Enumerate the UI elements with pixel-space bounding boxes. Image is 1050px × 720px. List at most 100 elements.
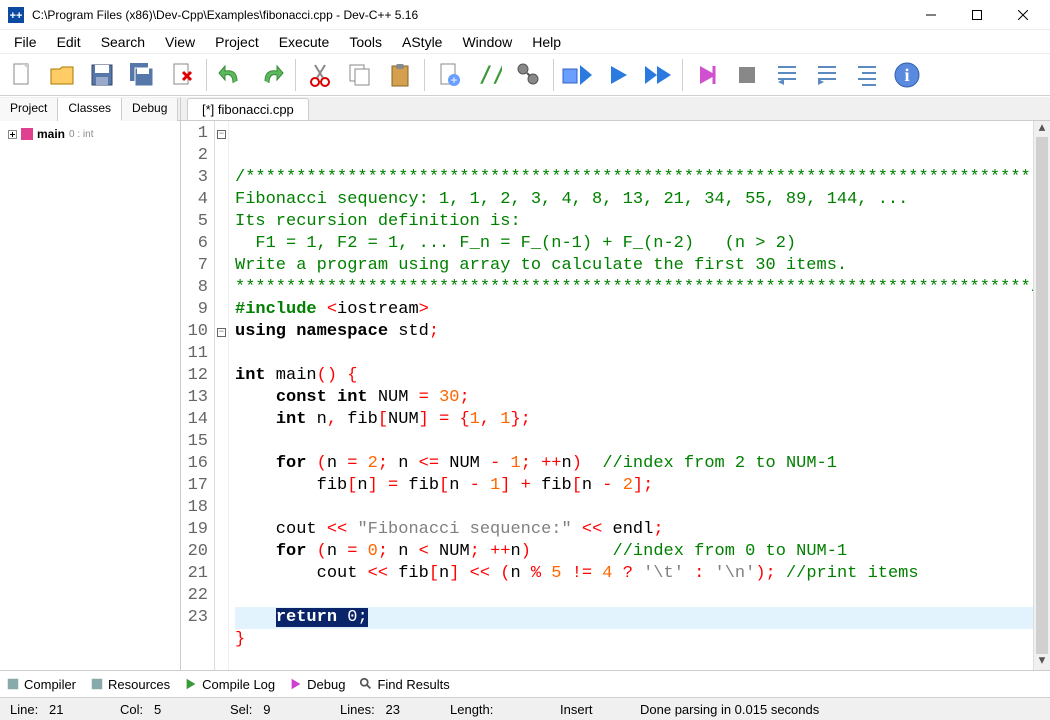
menu-help[interactable]: Help xyxy=(522,30,571,53)
left-tab-classes[interactable]: Classes xyxy=(58,98,122,121)
toolbar: + // i xyxy=(0,54,1050,96)
menu-bar: FileEditSearchViewProjectExecuteToolsASt… xyxy=(0,30,1050,54)
code-line[interactable]: cout << fib[n] << (n % 5 != 4 ? '\t' : '… xyxy=(235,563,1050,585)
code-line[interactable]: /***************************************… xyxy=(235,167,1050,189)
comment-button[interactable]: // xyxy=(471,57,507,93)
save-button[interactable] xyxy=(84,57,120,93)
tree-item-main[interactable]: main 0 : int xyxy=(8,127,172,141)
undo-button[interactable] xyxy=(213,57,249,93)
code-line[interactable] xyxy=(235,431,1050,453)
svg-text:+: + xyxy=(450,73,457,87)
redo-button[interactable] xyxy=(253,57,289,93)
status-parse: Done parsing in 0.015 seconds xyxy=(630,702,829,717)
code-line[interactable]: Fibonacci sequency: 1, 1, 2, 3, 4, 8, 13… xyxy=(235,189,1050,211)
code-line[interactable]: int n, fib[NUM] = {1, 1}; xyxy=(235,409,1050,431)
close-file-button[interactable] xyxy=(164,57,200,93)
bottom-tabs: Compiler Resources Compile Log Debug Find Re… xyxy=(0,670,1050,697)
code-line[interactable] xyxy=(235,651,1050,670)
toolbar-separator xyxy=(682,59,683,91)
left-panel-tabs: ProjectClassesDebug xyxy=(0,97,180,121)
code-line[interactable]: int main() { xyxy=(235,365,1050,387)
code-line[interactable] xyxy=(235,497,1050,519)
scrollbar-thumb[interactable] xyxy=(1036,137,1048,654)
code-line[interactable]: Its recursion definition is: xyxy=(235,211,1050,233)
editor-tab[interactable]: [*] fibonacci.cpp xyxy=(187,98,309,120)
status-line: Line: 21 xyxy=(0,702,110,717)
code-line[interactable]: #include <iostream> xyxy=(235,299,1050,321)
bottom-tab-compile-log[interactable]: Compile Log xyxy=(184,677,275,692)
open-button[interactable] xyxy=(44,57,80,93)
code-line[interactable]: F1 = 1, F2 = 1, ... F_n = F_(n-1) + F_(n… xyxy=(235,233,1050,255)
svg-text://: // xyxy=(479,63,502,88)
code-line[interactable]: using namespace std; xyxy=(235,321,1050,343)
menu-file[interactable]: File xyxy=(4,30,47,53)
save-all-button[interactable] xyxy=(124,57,160,93)
svg-text:i: i xyxy=(904,65,909,85)
tree-item-suffix: 0 : int xyxy=(69,129,93,140)
tree-item-label: main xyxy=(37,127,65,141)
indent-button[interactable] xyxy=(809,57,845,93)
cut-button[interactable] xyxy=(302,57,338,93)
run-button[interactable] xyxy=(600,57,636,93)
menu-search[interactable]: Search xyxy=(91,30,155,53)
editor-area: [*] fibonacci.cpp 1234567891011121314151… xyxy=(181,97,1050,670)
toolbar-separator xyxy=(553,59,554,91)
bottom-tab-find-results[interactable]: Find Results xyxy=(359,677,449,692)
code-line[interactable]: const int NUM = 30; xyxy=(235,387,1050,409)
maximize-button[interactable] xyxy=(954,0,1000,30)
app-icon: ++ xyxy=(8,7,24,23)
function-icon xyxy=(21,128,33,140)
code-line[interactable] xyxy=(235,585,1050,607)
minimize-button[interactable] xyxy=(908,0,954,30)
stop-button[interactable] xyxy=(729,57,765,93)
code-content[interactable]: /***************************************… xyxy=(229,121,1050,670)
debug-button[interactable] xyxy=(689,57,725,93)
close-button[interactable] xyxy=(1000,0,1046,30)
left-tab-project[interactable]: Project xyxy=(0,98,58,121)
copy-button[interactable] xyxy=(342,57,378,93)
menu-project[interactable]: Project xyxy=(205,30,269,53)
window-title: C:\Program Files (x86)\Dev-Cpp\Examples\… xyxy=(32,8,908,22)
menu-window[interactable]: Window xyxy=(452,30,522,53)
menu-view[interactable]: View xyxy=(155,30,205,53)
code-line[interactable]: } xyxy=(235,629,1050,651)
code-line[interactable]: fib[n] = fib[n - 1] + fib[n - 2]; xyxy=(235,475,1050,497)
scroll-up-icon[interactable]: ▴ xyxy=(1034,121,1050,137)
new-file-button[interactable] xyxy=(4,57,40,93)
code-line[interactable]: return 0; xyxy=(235,607,1050,629)
menu-edit[interactable]: Edit xyxy=(47,30,91,53)
paste-button[interactable] xyxy=(382,57,418,93)
status-length: Length: xyxy=(440,702,550,717)
window-controls xyxy=(908,0,1046,30)
code-line[interactable]: for (n = 2; n <= NUM - 1; ++n) //index f… xyxy=(235,453,1050,475)
status-mode: Insert xyxy=(550,702,630,717)
bottom-tab-resources[interactable]: Resources xyxy=(90,677,170,692)
vertical-scrollbar[interactable]: ▴ ▾ xyxy=(1033,121,1050,670)
bottom-tab-compiler[interactable]: Compiler xyxy=(6,677,76,692)
title-bar: ++ C:\Program Files (x86)\Dev-Cpp\Exampl… xyxy=(0,0,1050,30)
code-line[interactable]: cout << "Fibonacci sequence:" << endl; xyxy=(235,519,1050,541)
code-editor[interactable]: 1234567891011121314151617181920212223 −−… xyxy=(181,121,1050,670)
menu-astyle[interactable]: AStyle xyxy=(392,30,452,53)
main-area: ProjectClassesDebug main 0 : int [*] fib… xyxy=(0,97,1050,670)
code-line[interactable]: ****************************************… xyxy=(235,277,1050,299)
compile-run-button[interactable] xyxy=(560,57,596,93)
toolbar-separator xyxy=(295,59,296,91)
code-line[interactable] xyxy=(235,343,1050,365)
new-project-button[interactable]: + xyxy=(431,57,467,93)
class-tree[interactable]: main 0 : int xyxy=(0,121,180,670)
about-button[interactable]: i xyxy=(889,57,925,93)
find-button[interactable] xyxy=(511,57,547,93)
menu-execute[interactable]: Execute xyxy=(269,30,340,53)
left-tab-debug[interactable]: Debug xyxy=(122,98,178,121)
scroll-down-icon[interactable]: ▾ xyxy=(1034,654,1050,670)
rebuild-run-button[interactable] xyxy=(640,57,676,93)
code-line[interactable]: for (n = 0; n < NUM; ++n) //index from 0… xyxy=(235,541,1050,563)
expand-icon xyxy=(8,130,17,139)
format-button[interactable] xyxy=(849,57,885,93)
unindent-button[interactable] xyxy=(769,57,805,93)
fold-column: −− xyxy=(215,121,229,670)
bottom-tab-debug[interactable]: Debug xyxy=(289,677,345,692)
code-line[interactable]: Write a program using array to calculate… xyxy=(235,255,1050,277)
menu-tools[interactable]: Tools xyxy=(339,30,392,53)
